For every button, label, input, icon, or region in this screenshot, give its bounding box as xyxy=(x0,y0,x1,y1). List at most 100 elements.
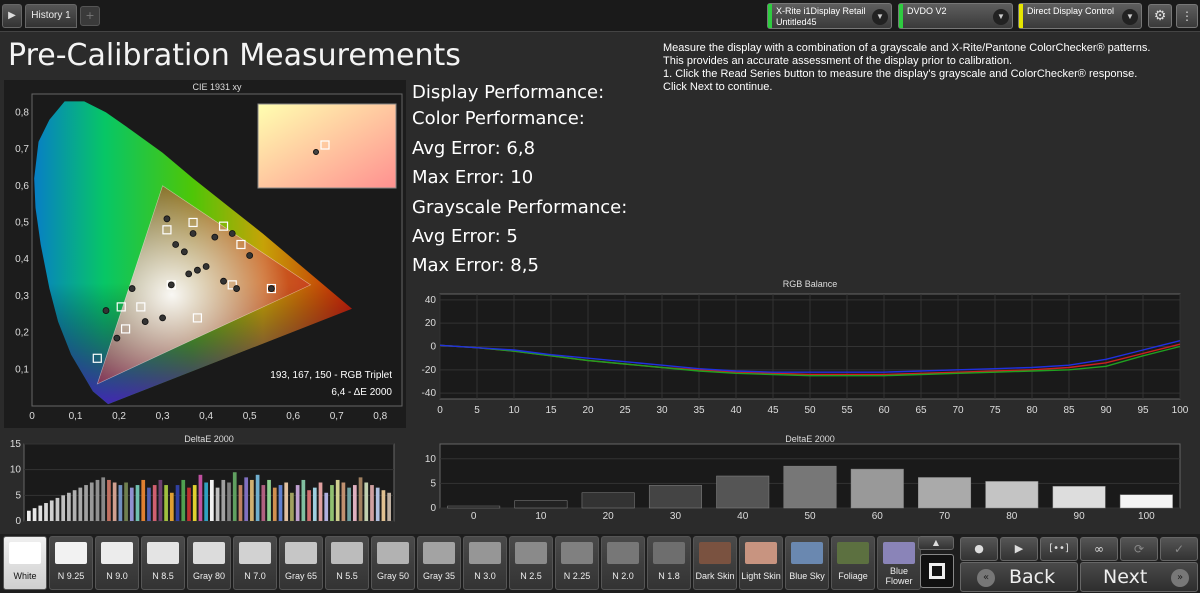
chevron-up-icon[interactable]: ▲ xyxy=(918,536,954,550)
x-tick-label: 0,3 xyxy=(156,411,170,422)
back-arrow-icon: « xyxy=(977,569,995,587)
deltae-bar xyxy=(238,485,243,521)
y-tick-label: 0,2 xyxy=(15,328,29,339)
inset-measured-point xyxy=(313,149,319,155)
measured-point xyxy=(113,334,121,342)
swatch-button[interactable]: N 3.0 xyxy=(463,536,507,590)
swatch-button[interactable]: Gray 65 xyxy=(279,536,323,590)
color-performance-label: Color Performance: xyxy=(412,108,585,129)
source-selector[interactable]: DVDO V2 ▼ xyxy=(898,3,1013,29)
deltae-bar xyxy=(175,485,180,521)
play-icon[interactable]: ▶ xyxy=(2,4,22,28)
deltae-bar xyxy=(352,485,357,521)
deltae-bar xyxy=(67,492,71,521)
swatch-button[interactable]: Light Skin xyxy=(739,536,783,590)
gray-avg-error: Avg Error: 5 xyxy=(412,226,518,247)
swatch-button[interactable]: Blue Flower xyxy=(877,536,921,590)
deltae-bar xyxy=(295,485,300,521)
swatch-chip xyxy=(561,542,593,564)
continuous-read-icon[interactable]: ∞ xyxy=(1080,537,1118,561)
measured-point xyxy=(202,263,210,270)
x-tick-label: 10 xyxy=(535,511,547,522)
add-tab-button[interactable]: + xyxy=(80,6,100,26)
swatch-button[interactable]: White xyxy=(3,536,47,590)
deltae-bar xyxy=(272,487,277,521)
x-tick-label: 0,1 xyxy=(69,411,83,422)
swatch-button[interactable]: N 2.5 xyxy=(509,536,553,590)
play-measure-icon[interactable]: ▶ xyxy=(1000,537,1038,561)
meter-profile: Untitled45 xyxy=(776,17,817,27)
deltae-bar xyxy=(210,479,214,521)
deltae-bar xyxy=(118,485,123,521)
measured-point xyxy=(246,252,254,259)
swatch-button[interactable]: N 1.8 xyxy=(647,536,691,590)
measured-point xyxy=(167,281,175,289)
grayscale-performance-label: Grayscale Performance: xyxy=(412,197,628,218)
swatch-button[interactable]: Gray 35 xyxy=(417,536,461,590)
stop-icon[interactable] xyxy=(920,554,954,588)
x-tick-label: 0,2 xyxy=(112,411,126,422)
swatch-button[interactable]: Foliage xyxy=(831,536,875,590)
display-selector[interactable]: Direct Display Control ▼ xyxy=(1018,3,1142,29)
swatch-button[interactable]: N 9.25 xyxy=(49,536,93,590)
swatch-label: Gray 80 xyxy=(192,571,225,581)
meter-selector[interactable]: X-Rite i1Display Retail Untitled45 ▼ xyxy=(767,3,892,29)
deltae-bar xyxy=(918,477,972,509)
swatch-button[interactable]: N 5.5 xyxy=(325,536,369,590)
swatch-button[interactable]: Dark Skin xyxy=(693,536,737,590)
swatch-label: Foliage xyxy=(838,571,868,581)
swatch-label: White xyxy=(13,571,37,581)
x-tick-label: 40 xyxy=(730,405,742,416)
stop-measure-icon[interactable]: ● xyxy=(960,537,998,561)
swatch-button[interactable]: N 8.5 xyxy=(141,536,185,590)
deltae-bar xyxy=(290,492,294,521)
read-series-icon[interactable]: [••] xyxy=(1040,537,1078,561)
next-button[interactable]: Next » xyxy=(1080,562,1198,592)
swatch-button[interactable]: N 2.25 xyxy=(555,536,599,590)
deltae-bar xyxy=(312,487,317,521)
x-tick-label: 15 xyxy=(545,405,557,416)
x-tick-label: 70 xyxy=(939,511,951,522)
deltae-bar xyxy=(44,503,48,521)
swatch-chip xyxy=(239,542,271,564)
x-tick-label: 95 xyxy=(1137,405,1149,416)
swatch-label: N 3.0 xyxy=(474,571,496,581)
tab-history-1[interactable]: History 1 xyxy=(25,4,77,28)
deltae-bar xyxy=(192,485,197,521)
color-avg-error: Avg Error: 6,8 xyxy=(412,138,536,159)
x-tick-label: 50 xyxy=(804,511,816,522)
deltae-bar xyxy=(32,508,37,521)
swatch-chip xyxy=(331,542,363,564)
instructions: Measure the display with a combination o… xyxy=(663,42,1193,94)
back-button[interactable]: « Back xyxy=(960,562,1078,592)
measured-point xyxy=(172,241,180,248)
swatch-button[interactable]: N 2.0 xyxy=(601,536,645,590)
gear-icon[interactable]: ⚙ xyxy=(1148,4,1172,28)
swatch-button[interactable]: Blue Sky xyxy=(785,536,829,590)
x-tick-label: 0 xyxy=(437,405,443,416)
deltae-bar xyxy=(341,482,346,521)
swatch-button[interactable]: Gray 50 xyxy=(371,536,415,590)
deltae-bar xyxy=(27,510,31,521)
swatch-button[interactable]: N 7.0 xyxy=(233,536,277,590)
y-tick-label: -40 xyxy=(422,388,437,399)
y-tick-label: 0,5 xyxy=(15,217,29,228)
deltae-bar xyxy=(1052,486,1106,509)
deltae-bar xyxy=(95,479,100,521)
deltae-bar xyxy=(227,482,231,521)
deltae-color-title: DeltaE 2000 xyxy=(184,434,234,444)
deltae-bar xyxy=(84,485,88,521)
check-icon[interactable]: ✓ xyxy=(1160,537,1198,561)
more-icon[interactable]: ⋮ xyxy=(1176,4,1198,28)
swatch-button[interactable]: Gray 80 xyxy=(187,536,231,590)
next-label: Next xyxy=(1103,566,1148,588)
refresh-icon[interactable]: ⟳ xyxy=(1120,537,1158,561)
swatch-button[interactable]: N 9.0 xyxy=(95,536,139,590)
inset-zoom xyxy=(257,103,397,189)
page-title: Pre-Calibration Measurements xyxy=(8,38,461,73)
deltae-annotation: 6,4 - ΔE 2000 xyxy=(331,387,392,398)
x-tick-label: 30 xyxy=(670,511,682,522)
x-tick-label: 70 xyxy=(952,405,964,416)
cie-chart: CIE 1931 xy 0 0,1 0,2 0,3 0,4 0,5 0,6 0,7 0,8 0,1 0… xyxy=(15,82,403,422)
meter-status-indicator xyxy=(768,4,772,28)
